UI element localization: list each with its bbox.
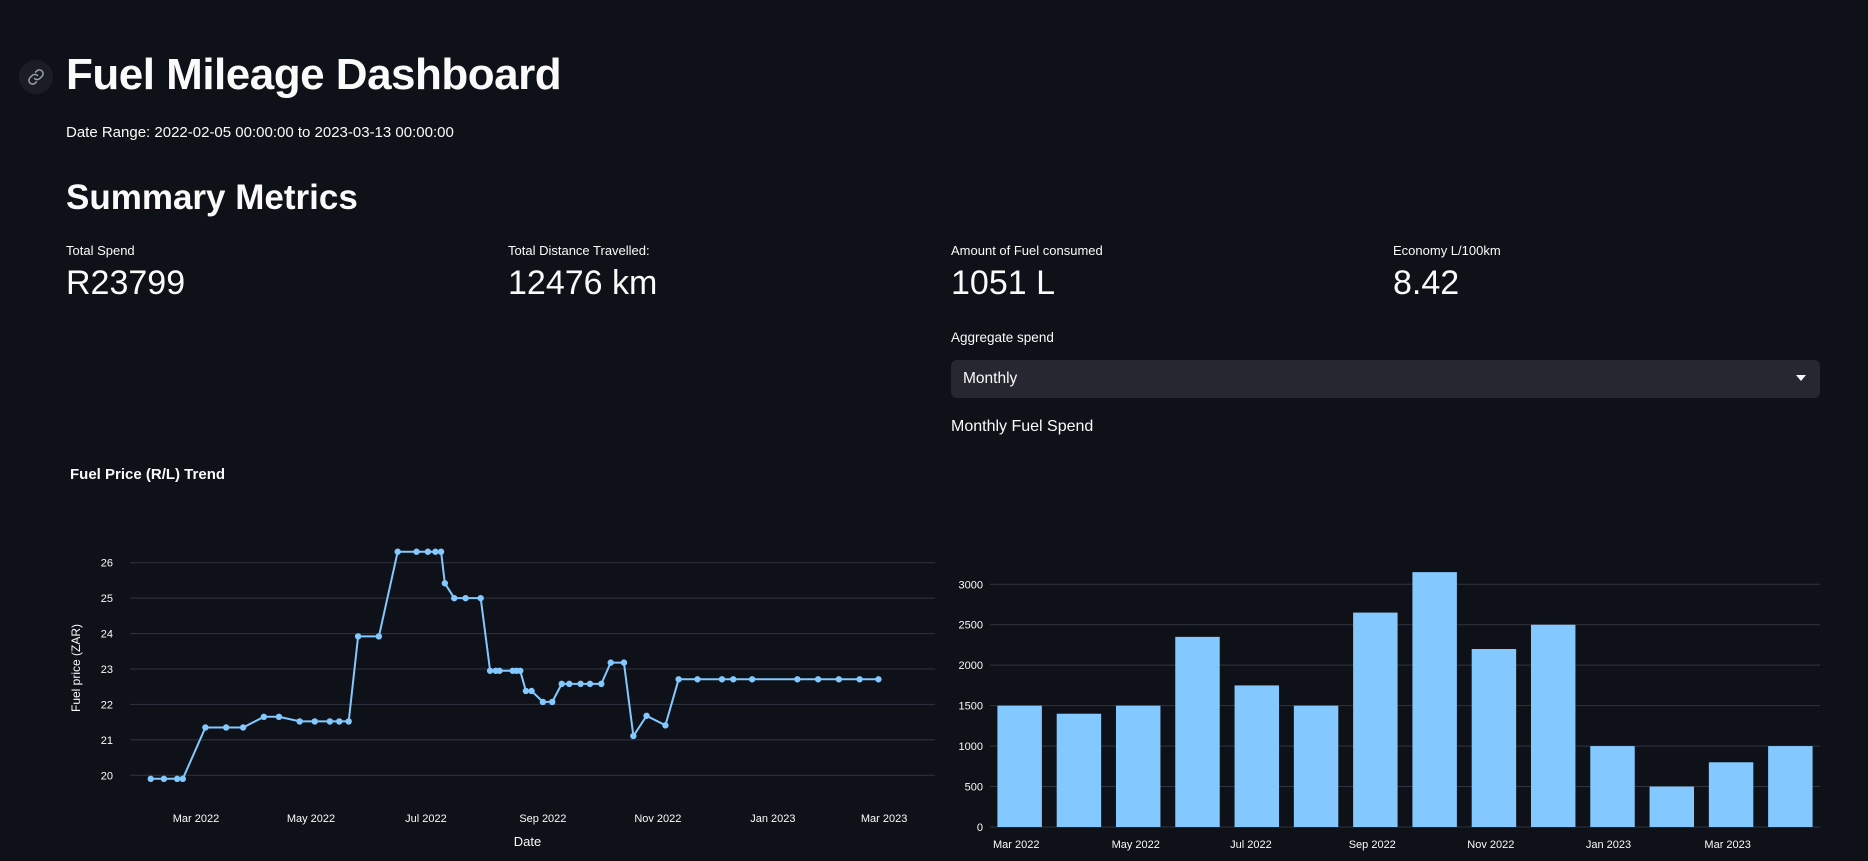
data-point [558, 680, 565, 688]
data-point [147, 775, 154, 783]
y-tick-label: 25 [101, 593, 113, 605]
y-tick-label: 26 [101, 558, 113, 570]
data-point [794, 676, 801, 683]
data-point [522, 687, 530, 695]
data-point [856, 676, 863, 683]
data-point [354, 633, 362, 640]
bar [1234, 685, 1280, 827]
x-tick-label: Mar 2023 [1704, 839, 1750, 851]
x-tick-label: Mar 2022 [993, 839, 1039, 851]
data-point [607, 659, 614, 666]
fuel-price-line-chart: 20 21 22 23 24 25 26 Mar 2022 May 2022 Jul 2022 Se… [69, 548, 935, 849]
bar [1768, 746, 1813, 827]
data-point [375, 633, 383, 640]
data-point [875, 676, 882, 683]
data-point [620, 659, 628, 666]
data-point [486, 667, 494, 674]
data-point [179, 775, 186, 783]
y-tick-label: 23 [101, 664, 113, 676]
data-point [517, 667, 524, 674]
data-point [311, 718, 318, 725]
bar [1412, 572, 1457, 827]
data-point [694, 676, 701, 683]
y-tick-label: 2000 [959, 660, 983, 672]
data-point [432, 548, 439, 555]
y-tick-label: 1000 [959, 741, 983, 753]
bar [1175, 636, 1220, 827]
x-tick-label: Sep 2022 [519, 813, 566, 825]
monthly-spend-bar-chart: 0 500 1000 1500 2000 2500 3000 Mar 2022 May 2022… [959, 572, 1820, 851]
data-point [630, 732, 637, 740]
data-point [296, 718, 303, 725]
data-point [326, 718, 334, 725]
bar [1056, 713, 1102, 827]
bar [1530, 624, 1576, 827]
x-tick-label: Jan 2023 [750, 813, 795, 825]
bar [997, 705, 1042, 827]
data-point [549, 698, 556, 706]
data-point [577, 680, 584, 688]
x-tick-label: Jul 2022 [1230, 839, 1272, 851]
x-tick-label: May 2022 [287, 813, 335, 825]
data-point [462, 594, 469, 602]
data-point [437, 548, 445, 555]
data-point [222, 724, 230, 731]
data-point [675, 676, 682, 683]
data-point [239, 724, 247, 731]
bar [1590, 746, 1635, 827]
data-point [451, 594, 458, 602]
y-tick-label: 3000 [959, 579, 983, 591]
data-point [413, 548, 420, 555]
data-point [586, 680, 594, 688]
data-point [441, 580, 449, 587]
y-tick-label: 1500 [959, 701, 983, 713]
data-point [528, 687, 535, 695]
data-point [539, 698, 547, 706]
x-tick-label: Nov 2022 [634, 813, 681, 825]
y-tick-label: 2500 [959, 620, 983, 632]
bar [1708, 762, 1754, 827]
data-point [477, 594, 484, 602]
data-point [730, 676, 737, 683]
bar [1471, 649, 1517, 827]
bar [1293, 705, 1339, 827]
y-tick-label: 21 [101, 735, 113, 747]
data-point [718, 676, 726, 683]
data-point [345, 718, 352, 725]
bar [1649, 786, 1695, 827]
data-point [598, 680, 605, 688]
data-point [814, 676, 822, 683]
y-axis-label: Fuel price (ZAR) [69, 624, 83, 712]
y-tick-label: 20 [101, 770, 113, 782]
data-point [835, 676, 843, 683]
x-tick-label: Jul 2022 [405, 813, 447, 825]
x-tick-label: Nov 2022 [1467, 839, 1514, 851]
data-point [394, 548, 401, 555]
x-tick-label: May 2022 [1112, 839, 1160, 851]
x-tick-label: Mar 2023 [861, 813, 907, 825]
y-tick-label: 24 [101, 629, 113, 641]
data-point [643, 712, 650, 719]
x-tick-label: Mar 2022 [173, 813, 219, 825]
data-point [662, 722, 669, 729]
data-point [424, 548, 432, 555]
x-tick-label: Jan 2023 [1586, 839, 1631, 851]
series-line [150, 550, 879, 780]
data-point [202, 724, 209, 731]
data-point [173, 775, 181, 783]
data-point [496, 667, 503, 674]
bar [1115, 705, 1161, 827]
data-point [748, 676, 756, 683]
y-tick-label: 500 [965, 782, 983, 794]
data-point [260, 713, 268, 721]
y-tick-label: 0 [977, 822, 983, 834]
x-axis-label: Date [514, 834, 541, 849]
x-tick-label: Sep 2022 [1349, 839, 1396, 851]
data-point [160, 775, 168, 783]
data-point [275, 713, 283, 721]
data-point [336, 718, 343, 725]
bar [1353, 612, 1398, 827]
data-point [566, 680, 573, 688]
y-tick-label: 22 [101, 699, 113, 711]
